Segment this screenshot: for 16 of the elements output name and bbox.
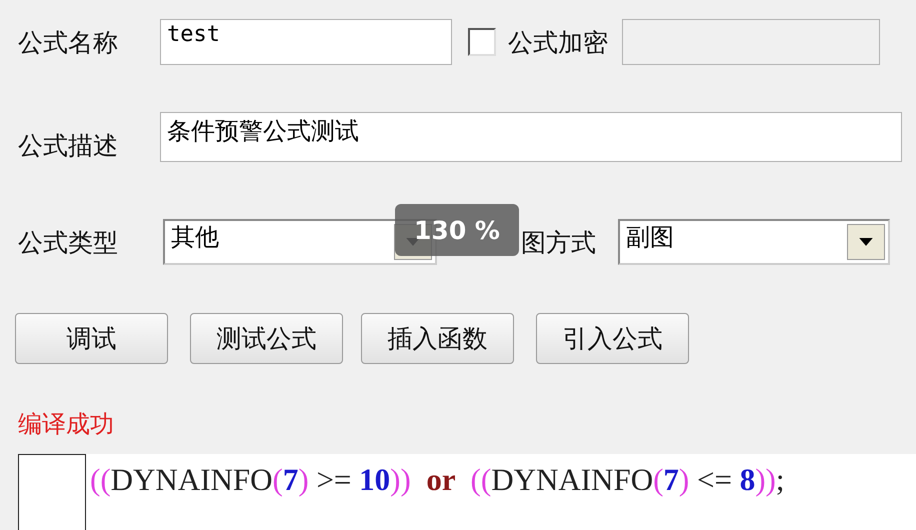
action-button[interactable]: 插入函数 <box>361 313 514 364</box>
status-message: 编译成功 <box>18 409 114 440</box>
field-label: 公式名称 <box>18 26 119 58</box>
field-label: 公式描述 <box>18 130 119 162</box>
field-label: 公式类型 <box>18 226 119 258</box>
caret-icon <box>859 238 873 246</box>
action-button[interactable]: 测试公式 <box>190 313 343 364</box>
checkbox-label: 公式加密 <box>508 26 608 58</box>
encrypt-checkbox[interactable] <box>468 28 496 56</box>
name-field[interactable]: test <box>160 19 452 65</box>
zoom-badge: 130 % <box>395 204 519 256</box>
description-field[interactable]: 条件预警公式测试 <box>160 112 902 162</box>
field-label: 图方式 <box>521 226 596 258</box>
action-button[interactable]: 调试 <box>15 313 168 364</box>
action-button[interactable]: 引入公式 <box>536 313 689 364</box>
chart-mode-dropdown[interactable]: 副图 <box>618 219 890 265</box>
